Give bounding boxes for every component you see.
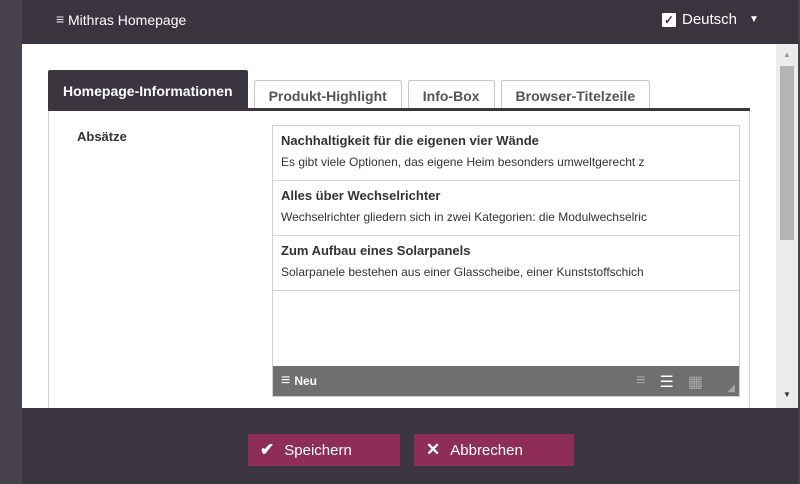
grid-view-icon[interactable]: ▦	[688, 372, 703, 392]
language-checkbox[interactable]: ✓	[662, 12, 676, 27]
tab-bar: Homepage-Informationen Produkt-Highlight…	[48, 70, 651, 111]
content-area: Homepage-Informationen Produkt-Highlight…	[22, 44, 776, 408]
list-item-text: Es gibt viele Optionen, das eigene Heim …	[281, 155, 645, 169]
close-icon: ✕	[426, 440, 441, 459]
window-title: Mithras Homepage	[68, 12, 187, 28]
view-switcher: ≡ ☰ ▦	[636, 372, 703, 392]
chevron-down-icon[interactable]: ▼	[749, 14, 759, 25]
cancel-button[interactable]: ✕ Abbrechen	[414, 434, 574, 466]
list-item[interactable]: Zum Aufbau eines Solarpanels Solarpanele…	[273, 236, 739, 291]
scrollbar[interactable]: ▲ ▼	[776, 44, 798, 408]
list-item-text: Wechselrichter gliedern sich in zwei Kat…	[281, 210, 647, 224]
list-item-title: Zum Aufbau eines Solarpanels	[281, 243, 471, 258]
detail-view-icon[interactable]: ☰	[660, 372, 674, 392]
tab-panel: Absätze Nachhaltigkeit für die eigenen v…	[48, 111, 750, 408]
tab-homepage-informationen[interactable]: Homepage-Informationen	[48, 70, 248, 111]
list-item[interactable]: Nachhaltigkeit für die eigenen vier Wänd…	[273, 126, 739, 181]
hamburger-icon[interactable]: ≡	[56, 11, 64, 27]
scroll-down-icon[interactable]: ▼	[783, 390, 791, 399]
scrollbar-thumb[interactable]	[780, 66, 794, 240]
list-toolbar: ≡ Neu ≡ ☰ ▦ ◢	[273, 366, 739, 396]
list-item-title: Nachhaltigkeit für die eigenen vier Wänd…	[281, 133, 539, 148]
scroll-up-icon[interactable]: ▲	[783, 50, 791, 59]
new-item-label: Neu	[294, 374, 318, 388]
titlebar: ≡ Mithras Homepage ✓ Deutsch ▼	[22, 0, 798, 44]
resize-handle-icon[interactable]: ◢	[727, 383, 735, 394]
field-label-absaetze: Absätze	[77, 129, 127, 144]
add-list-icon: ≡	[281, 372, 291, 389]
paragraph-list: Nachhaltigkeit für die eigenen vier Wänd…	[272, 125, 740, 397]
tab-produkt-highlight[interactable]: Produkt-Highlight	[253, 80, 402, 111]
list-item[interactable]: Alles über Wechselrichter Wechselrichter…	[273, 181, 739, 236]
save-button[interactable]: ✔ Speichern	[248, 434, 400, 466]
list-item-title: Alles über Wechselrichter	[281, 188, 441, 203]
cancel-label: Abbrechen	[450, 441, 523, 459]
language-label: Deutsch	[682, 11, 738, 28]
language-selector[interactable]: ✓ Deutsch ▼	[662, 11, 759, 28]
list-view-icon[interactable]: ≡	[636, 372, 645, 392]
tab-info-box[interactable]: Info-Box	[407, 80, 495, 111]
save-label: Speichern	[284, 441, 352, 459]
checkmark-icon: ✔	[260, 440, 275, 459]
list-item-text: Solarpanele bestehen aus einer Glasschei…	[281, 265, 644, 279]
dialog: ≡ Mithras Homepage ✓ Deutsch ▼ Homepage-…	[22, 0, 798, 484]
tab-browser-titelzeile[interactable]: Browser-Titelzeile	[500, 80, 651, 111]
new-item-button[interactable]: ≡ Neu	[281, 372, 317, 390]
